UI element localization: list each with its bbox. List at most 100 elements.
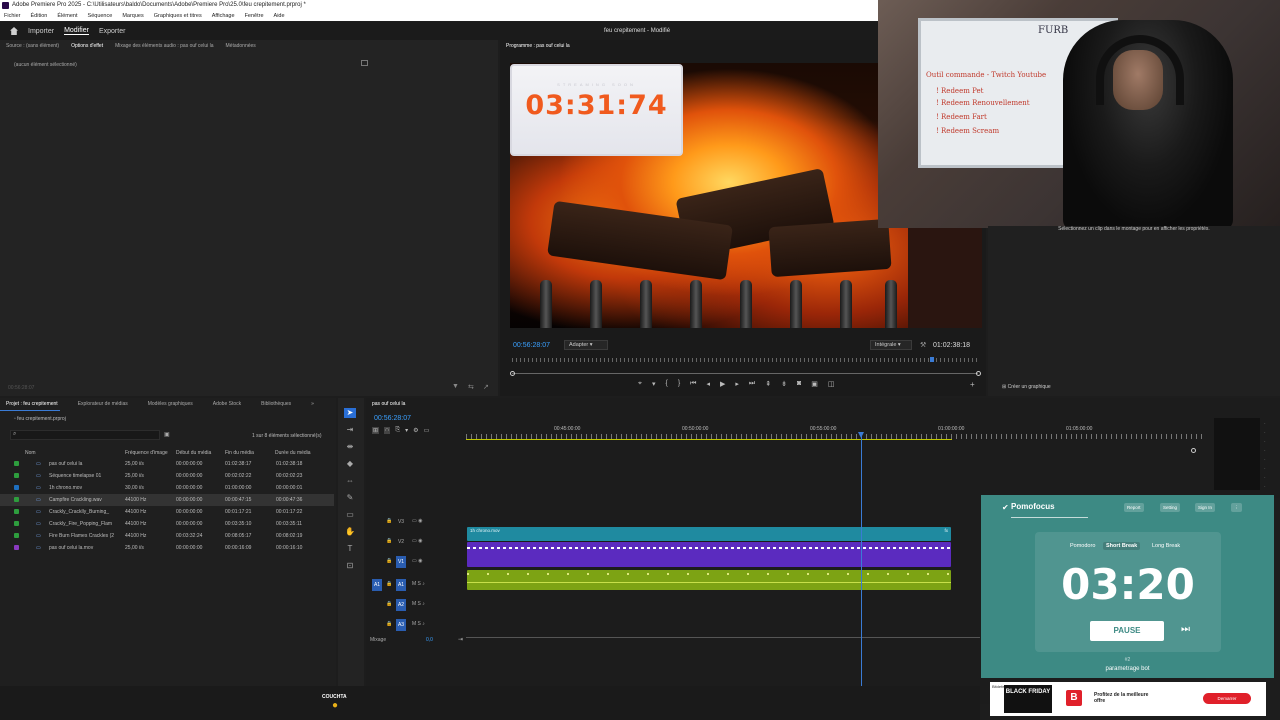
menu-fenetre[interactable]: Fenêtre (245, 11, 264, 21)
lock-icon[interactable]: 🔒 (386, 581, 392, 587)
program-ruler[interactable] (512, 358, 978, 362)
list-item[interactable]: ▭ Crackly_Fire_Popping_Flam 44100 Hz 00:00:… (0, 518, 334, 530)
label-color-swatch[interactable] (14, 473, 19, 478)
track-header-a3[interactable]: 🔒 A3 M S ♪ (366, 619, 466, 631)
tab-libraries[interactable]: Bibliothèques (261, 401, 291, 407)
tab-program[interactable]: Programme : pas ouf celui la (506, 43, 570, 49)
audio-clip-a1[interactable] (467, 570, 951, 590)
tab-audio-mix[interactable]: Mixage des éléments audio : pas ouf celu… (115, 43, 213, 49)
captions-icon[interactable]: ⊡ (344, 561, 356, 571)
snap-icon[interactable]: ∩ (384, 427, 391, 434)
home-icon[interactable] (10, 27, 18, 35)
lock-icon[interactable]: 🔒 (386, 558, 392, 564)
col-end[interactable]: Fin du média (225, 450, 254, 456)
slip-icon[interactable]: ⇔ (344, 476, 356, 486)
col-start[interactable]: Début du média (176, 450, 211, 456)
ripple-edit-icon[interactable]: ⇼ (344, 442, 356, 452)
tab-effect-options[interactable]: Options d'effet (71, 43, 103, 49)
track-header-v2[interactable]: 🔒 V2 ▭ ◉ (366, 536, 466, 548)
col-name[interactable]: Nom (25, 450, 36, 456)
mode-pomodoro[interactable]: Pomodoro (1070, 543, 1095, 549)
mix-value[interactable]: 0,0 (426, 637, 433, 643)
source-patch-a1[interactable]: A1 (372, 579, 382, 591)
ad-banner[interactable]: Bitdefender BLACK FRIDAY B Profitez de l… (990, 682, 1266, 716)
step-forward-icon[interactable]: ▸ (735, 380, 739, 388)
col-duration[interactable]: Durée du média (275, 450, 311, 456)
timeline-timecode[interactable]: 00:56:28:07 (374, 415, 411, 422)
mark-in-icon[interactable]: { (665, 380, 667, 388)
track-header-a1[interactable]: 🔒 A1 M S ♪ A1 (366, 579, 466, 591)
fit-dropdown[interactable]: Adapter ▾ (564, 340, 608, 350)
razor-icon[interactable]: ◆ (344, 459, 356, 469)
tab-project[interactable]: Projet : feu crepitement (6, 401, 58, 407)
vr-icon[interactable]: ◫ (828, 380, 835, 388)
label-color-swatch[interactable] (14, 497, 19, 502)
track-visibility-icon[interactable]: ▭ ◉ (412, 538, 422, 544)
video-clip-v1[interactable] (467, 542, 951, 567)
captions-track-icon[interactable]: ▭ (424, 427, 430, 434)
track-visibility-icon[interactable]: ▭ ◉ (412, 518, 422, 524)
menu-fichier[interactable]: Fichier (4, 11, 21, 21)
track-mute-solo-icon[interactable]: M S ♪ (412, 621, 425, 627)
panel-menu-icon[interactable] (361, 60, 368, 66)
wrench-icon[interactable]: ⚒ (920, 341, 926, 349)
track-label[interactable]: A1 (396, 579, 406, 591)
quality-dropdown[interactable]: Intégrale ▾ (870, 340, 912, 350)
label-color-swatch[interactable] (14, 521, 19, 526)
tab-graphic-templates[interactable]: Modèles graphiques (148, 401, 193, 407)
timeline-settings-icon[interactable]: ⚙ (413, 427, 418, 434)
rectangle-icon[interactable]: ▭ (344, 510, 356, 520)
tab-adobe-stock[interactable]: Adobe Stock (213, 401, 241, 407)
nest-icon[interactable]: ⊞ (372, 427, 380, 434)
skip-icon[interactable]: ⏭ (1181, 624, 1190, 635)
pause-button[interactable]: PAUSE (1090, 621, 1164, 641)
menu-aide[interactable]: Aide (274, 11, 285, 21)
more-tabs-icon[interactable]: » (311, 401, 314, 407)
nav-exporter[interactable]: Exporter (99, 28, 125, 35)
list-item[interactable]: ▭ pas ouf celui la.mov 25,00 i/s 00:00:00:0… (0, 542, 334, 554)
lift-icon[interactable]: ⇞ (765, 380, 771, 388)
list-item[interactable]: ▭ Fire Burn Flames Crackles (2 44100 Hz 00:… (0, 530, 334, 542)
project-search-input[interactable]: ⌕ (10, 430, 160, 440)
extract-icon[interactable]: ⇟ (781, 380, 787, 388)
label-color-swatch[interactable] (14, 461, 19, 466)
linked-selection-icon[interactable]: ⎘ (395, 427, 400, 434)
mark-out-icon[interactable]: } (678, 380, 680, 388)
go-to-in-icon[interactable]: ⏮ (690, 380, 696, 388)
vertical-zoom-handle[interactable] (1191, 448, 1196, 453)
marker-icon[interactable]: ▾ (652, 380, 656, 388)
track-label[interactable]: A3 (396, 619, 406, 631)
label-color-swatch[interactable] (14, 545, 19, 550)
text-tool-icon[interactable]: T (344, 544, 356, 554)
lock-icon[interactable]: 🔒 (386, 601, 392, 607)
menu-affichage[interactable]: Affichage (212, 11, 235, 21)
go-to-out-icon[interactable]: ⏭ (749, 380, 755, 388)
scrubber-end-handle[interactable] (976, 371, 981, 376)
nav-importer[interactable]: Importer (28, 28, 54, 35)
tab-source[interactable]: Source : (sans élément) (6, 43, 59, 49)
lock-icon[interactable]: 🔒 (386, 538, 392, 544)
video-clip-v2[interactable]: 1h chrono.mov fx (467, 527, 951, 541)
list-item[interactable]: ▭ Crackly_Cracklly_Burning_ 44100 Hz 00:00:… (0, 506, 334, 518)
export-icon[interactable]: ↗ (483, 383, 489, 391)
track-visibility-icon[interactable]: ▭ ◉ (412, 558, 422, 564)
list-item[interactable]: ▭ Campfire Crackling.wav 44100 Hz 00:00:00:… (0, 494, 334, 506)
program-scrubber[interactable] (512, 373, 978, 374)
track-mute-solo-icon[interactable]: M S ♪ (412, 601, 425, 607)
filter-icon[interactable]: ▼ (452, 383, 459, 390)
menu-marques[interactable]: Marques (122, 11, 143, 21)
tab-metadata[interactable]: Métadonnées (226, 43, 256, 49)
ad-cta-button[interactable]: Demarrer (1203, 693, 1251, 704)
menu-graphiques[interactable]: Graphiques et titres (154, 11, 202, 21)
track-label[interactable]: A2 (396, 599, 406, 611)
step-back-icon[interactable]: ◂ (706, 380, 710, 388)
setting-button[interactable]: Setting (1160, 503, 1181, 512)
lock-icon[interactable]: 🔒 (386, 621, 392, 627)
compare-icon[interactable]: ▣ (811, 380, 818, 388)
scrubber-start-handle[interactable] (510, 371, 515, 376)
tab-sequence[interactable]: pas ouf celui la (372, 401, 405, 407)
add-button-icon[interactable]: + (970, 380, 975, 389)
mode-short-break[interactable]: Short Break (1103, 542, 1141, 550)
track-label[interactable]: V1 (396, 556, 406, 568)
program-playhead-marker[interactable] (930, 357, 934, 362)
